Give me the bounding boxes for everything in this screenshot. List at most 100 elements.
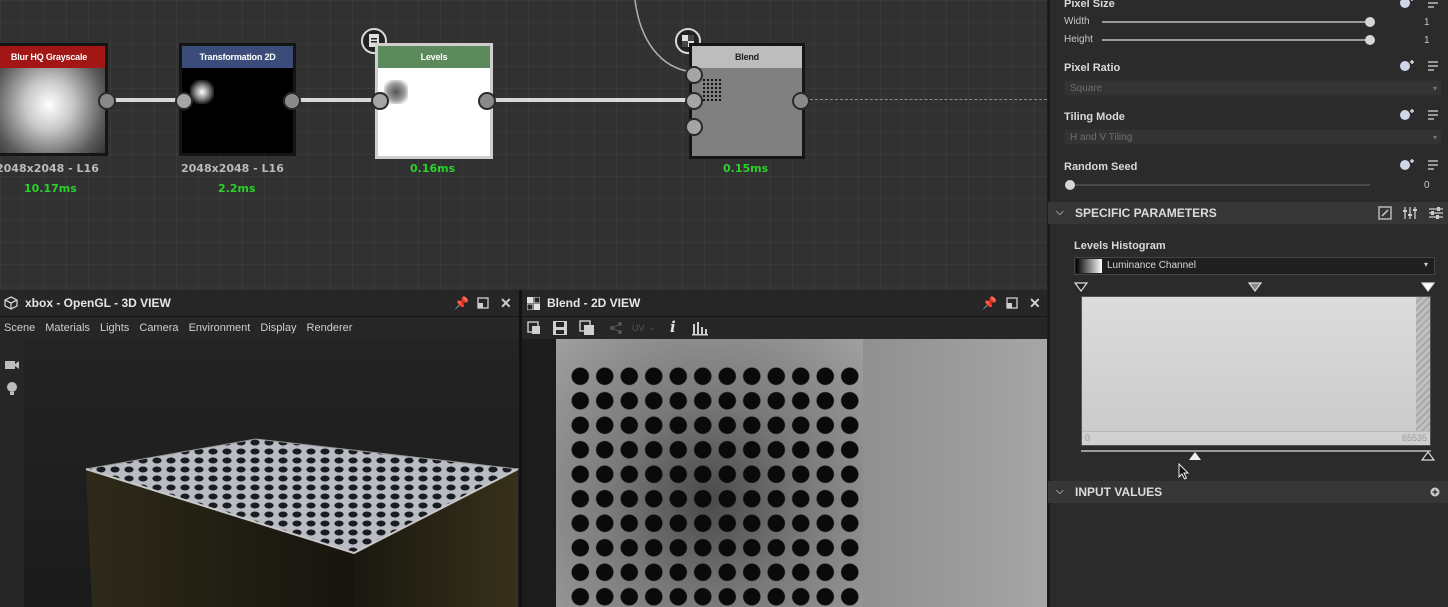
histogram-min-label: 0 xyxy=(1085,433,1091,443)
info-icon[interactable]: i xyxy=(670,316,676,338)
tiling-mode-dropdown[interactable]: H and V Tiling ▾ xyxy=(1064,129,1442,145)
blend-output-port[interactable] xyxy=(792,92,810,110)
input-white-handle[interactable] xyxy=(1421,282,1435,292)
channel-dropdown[interactable]: Luminance Channel ▾ xyxy=(1074,257,1435,275)
node-blend[interactable]: Blend xyxy=(689,43,805,159)
node-thumbnail xyxy=(702,78,722,102)
view-2d-canvas[interactable] xyxy=(556,339,1047,607)
node-title: Levels xyxy=(378,46,490,68)
pixel-ratio-dropdown[interactable]: Square ▾ xyxy=(1064,80,1442,96)
mouse-cursor-icon xyxy=(1178,463,1190,480)
save-icon[interactable] xyxy=(552,320,568,336)
height-value: 1 xyxy=(1424,35,1430,46)
parameter-menu-icon[interactable] xyxy=(1426,108,1440,122)
view-2d-title: Blend - 2D VIEW xyxy=(547,296,641,310)
input-values-header[interactable]: ⌵ INPUT VALUES xyxy=(1048,481,1448,503)
blend-input-port-2[interactable] xyxy=(685,92,703,110)
levels-input-port[interactable] xyxy=(371,92,389,110)
histogram-max-label: 65535 xyxy=(1401,433,1427,443)
transform-input-port[interactable] xyxy=(175,92,193,110)
expose-parameter-icon[interactable] xyxy=(1398,59,1416,73)
width-label: Width xyxy=(1064,16,1090,27)
width-slider-track[interactable] xyxy=(1102,21,1370,23)
chevron-down-icon: ▾ xyxy=(1432,133,1437,142)
width-slider-knob[interactable] xyxy=(1365,17,1375,27)
parameter-menu-icon[interactable] xyxy=(1426,0,1440,10)
sliders-icon[interactable] xyxy=(1402,206,1418,220)
specific-parameters-label: SPECIFIC PARAMETERS xyxy=(1075,206,1217,220)
height-label: Height xyxy=(1064,34,1093,45)
pin-icon[interactable]: 📌 xyxy=(982,290,997,316)
levels-histogram-label: Levels Histogram xyxy=(1074,240,1166,252)
copy-icon[interactable] xyxy=(579,320,595,336)
blend-input-port-1[interactable] xyxy=(685,66,703,84)
random-seed-slider-knob[interactable] xyxy=(1065,180,1075,190)
settings-sliders-icon[interactable] xyxy=(1428,206,1444,220)
checker-icon xyxy=(527,297,540,310)
maximize-icon[interactable] xyxy=(477,297,489,309)
camera-icon[interactable] xyxy=(4,359,20,371)
parameter-menu-icon[interactable] xyxy=(1426,59,1440,73)
expose-parameter-icon[interactable] xyxy=(1398,158,1416,172)
parameter-menu-icon[interactable] xyxy=(1426,158,1440,172)
node-graph-canvas[interactable]: Blur HQ Grayscale 2048x2048 - L16 10.17m… xyxy=(0,0,1047,290)
node-blur-hq-grayscale[interactable]: Blur HQ Grayscale xyxy=(0,43,108,156)
menu-materials[interactable]: Materials xyxy=(45,322,90,334)
close-icon[interactable]: ✕ xyxy=(1029,290,1041,316)
view-3d-menu-bar: Scene Materials Lights Camera Environmen… xyxy=(0,317,519,339)
random-seed-value: 0 xyxy=(1424,180,1430,191)
menu-scene[interactable]: Scene xyxy=(4,322,35,334)
edit-icon[interactable] xyxy=(1378,206,1392,220)
gradient-swatch xyxy=(1076,259,1102,273)
expose-parameter-icon[interactable] xyxy=(1398,0,1416,10)
share-icon xyxy=(610,322,622,334)
wire-blend-output xyxy=(810,99,1047,100)
maximize-icon[interactable] xyxy=(1006,297,1018,309)
height-slider-knob[interactable] xyxy=(1365,35,1375,45)
node-resolution: 2048x2048 - L16 xyxy=(0,162,99,175)
view-2d-margin xyxy=(522,339,556,607)
node-levels[interactable]: Levels xyxy=(375,43,493,159)
node-time: 10.17ms xyxy=(24,182,77,195)
histogram-clip-region xyxy=(1416,297,1430,433)
pixel-ratio-label: Pixel Ratio xyxy=(1064,62,1121,74)
levels-output-port[interactable] xyxy=(478,92,496,110)
histogram-icon[interactable] xyxy=(692,320,708,336)
histogram-scale: 0 65535 xyxy=(1082,431,1430,445)
node-transformation-2d[interactable]: Transformation 2D xyxy=(179,43,296,156)
levels-histogram[interactable]: 0 65535 xyxy=(1081,296,1431,446)
random-seed-slider-track[interactable] xyxy=(1070,184,1370,186)
chevron-down-icon: ⌵ xyxy=(1056,486,1064,497)
height-slider-track[interactable] xyxy=(1102,39,1370,41)
input-black-handle[interactable] xyxy=(1074,282,1088,292)
properties-panel: Pixel Size Width 1 Height 1 Pixel Ratio … xyxy=(1048,0,1448,607)
blend-input-port-3[interactable] xyxy=(685,118,703,136)
node-thumbnail xyxy=(190,80,214,104)
blur-output-port[interactable] xyxy=(98,92,116,110)
expose-parameter-icon[interactable] xyxy=(1398,108,1416,122)
fit-icon[interactable] xyxy=(526,320,542,336)
width-value: 1 xyxy=(1424,17,1430,28)
specific-parameters-header[interactable]: ⌵ SPECIFIC PARAMETERS xyxy=(1048,202,1448,224)
pin-icon[interactable]: 📌 xyxy=(454,290,469,316)
menu-renderer[interactable]: Renderer xyxy=(307,322,353,334)
output-high-handle[interactable] xyxy=(1421,451,1435,461)
menu-environment[interactable]: Environment xyxy=(189,322,251,334)
add-icon[interactable] xyxy=(1430,487,1440,497)
input-gamma-handle[interactable] xyxy=(1248,282,1262,292)
tiling-mode-value: H and V Tiling xyxy=(1070,132,1133,143)
menu-lights[interactable]: Lights xyxy=(100,322,129,334)
light-icon[interactable] xyxy=(5,381,19,397)
menu-camera[interactable]: Camera xyxy=(139,322,178,334)
chevron-down-icon: ⌄ xyxy=(649,323,656,332)
menu-display[interactable]: Display xyxy=(260,322,296,334)
output-low-handle[interactable] xyxy=(1188,451,1202,461)
output-range-bar xyxy=(1081,450,1431,452)
transform-output-port[interactable] xyxy=(283,92,301,110)
wire-blur-to-transform xyxy=(108,98,184,102)
node-time: 2.2ms xyxy=(218,182,256,195)
close-icon[interactable]: ✕ xyxy=(500,290,512,316)
view-3d-viewport[interactable] xyxy=(24,339,519,607)
wire-transform-to-levels xyxy=(292,98,380,102)
node-time: 0.15ms xyxy=(723,162,769,175)
